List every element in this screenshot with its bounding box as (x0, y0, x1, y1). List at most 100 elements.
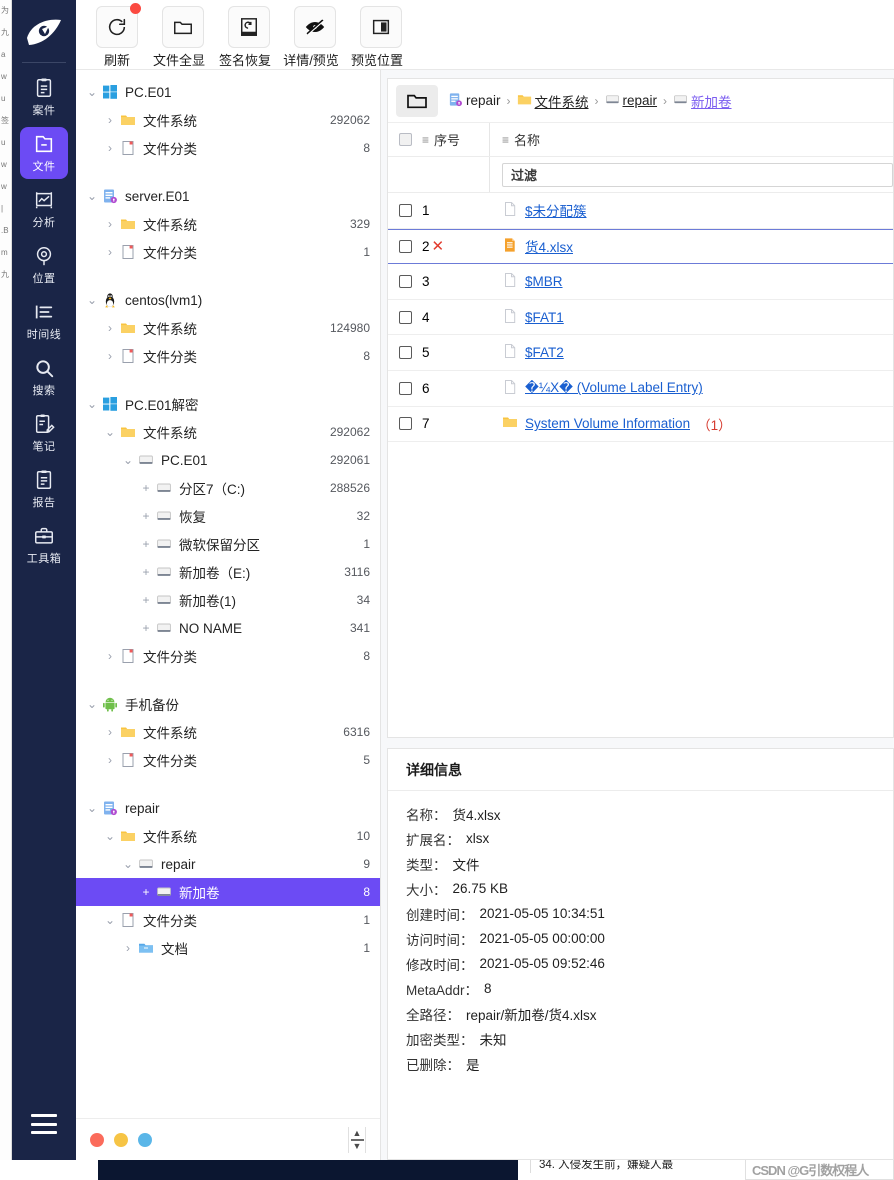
preview-position-button[interactable] (360, 6, 402, 48)
sidebar-item-5[interactable]: 时间线 (20, 295, 68, 347)
breadcrumb-item-4[interactable]: 新加卷 (673, 91, 732, 111)
table-row[interactable]: 5 $FAT2 (388, 335, 893, 371)
tree-node[interactable]: › 文件分类 5 (76, 746, 380, 774)
plus-icon[interactable]: + (138, 565, 154, 579)
tree-node[interactable]: ⌄ centos(lvm1) (76, 286, 380, 314)
chevron-down-icon[interactable]: ⌄ (102, 913, 118, 927)
signature-restore-button[interactable] (228, 6, 270, 48)
tree-node[interactable]: + 新加卷 8 (76, 878, 380, 906)
tree-node[interactable]: › 文件系统 124980 (76, 314, 380, 342)
chevron-right-icon[interactable]: › (102, 217, 118, 231)
breadcrumb-item-2[interactable]: 文件系统 (517, 91, 589, 111)
row-checkbox[interactable] (388, 381, 422, 395)
chevron-right-icon[interactable]: › (102, 725, 118, 739)
row-name-link[interactable]: $FAT2 (525, 345, 564, 360)
tree-node[interactable]: ⌄ 文件系统 292062 (76, 418, 380, 446)
row-name-link[interactable]: $未分配簇 (525, 200, 587, 220)
row-checkbox[interactable] (388, 274, 422, 288)
chevron-down-icon[interactable]: ⌄ (120, 857, 136, 871)
row-checkbox[interactable] (388, 310, 422, 324)
plus-icon[interactable]: + (138, 621, 154, 635)
tree-node[interactable]: + 分区7（C:) 288526 (76, 474, 380, 502)
column-menu-icon[interactable]: ≡ (502, 133, 509, 147)
tree-node[interactable]: › 文件系统 329 (76, 210, 380, 238)
table-row[interactable]: 7 System Volume Information （1） (388, 407, 893, 443)
select-all-checkbox[interactable] (388, 133, 422, 146)
chevron-down-icon[interactable]: ⌄ (84, 801, 100, 815)
chevron-down-icon[interactable]: ⌄ (84, 697, 100, 711)
tree-node[interactable]: ⌄ repair (76, 794, 380, 822)
row-checkbox[interactable] (388, 203, 422, 217)
plus-icon[interactable]: + (138, 509, 154, 523)
table-row[interactable]: 4 $FAT1 (388, 300, 893, 336)
plus-icon[interactable]: + (138, 537, 154, 551)
sidebar-item-6[interactable]: 搜索 (20, 351, 68, 403)
filter-input[interactable]: 过滤 (502, 162, 893, 187)
table-row[interactable]: 2 ✕ 货4.xlsx (388, 228, 893, 265)
refresh-button[interactable] (96, 3, 141, 48)
column-header-name[interactable]: ≡ 名称 (490, 130, 540, 149)
chevron-down-icon[interactable]: ⌄ (84, 397, 100, 411)
row-checkbox[interactable] (388, 417, 422, 431)
chevron-right-icon[interactable]: › (102, 321, 118, 335)
breadcrumb-item-3[interactable]: repair (605, 92, 657, 110)
row-name-link[interactable]: $FAT1 (525, 310, 564, 325)
tree-node[interactable]: ⌄ repair 9 (76, 850, 380, 878)
chevron-down-icon[interactable]: ⌄ (120, 453, 136, 467)
chevron-down-icon[interactable]: ⌄ (102, 829, 118, 843)
chevron-right-icon[interactable]: › (102, 753, 118, 767)
tree-node[interactable]: + 新加卷（E:) 3116 (76, 558, 380, 586)
row-name-link[interactable]: 货4.xlsx (525, 236, 573, 256)
chevron-right-icon[interactable]: › (102, 245, 118, 259)
tree-node[interactable]: + NO NAME 341 (76, 614, 380, 642)
row-name-link[interactable]: �¼X� (Volume Label Entry) (525, 380, 703, 396)
tree-node[interactable]: ⌄ 文件系统 10 (76, 822, 380, 850)
tree-node[interactable]: + 新加卷(1) 34 (76, 586, 380, 614)
sidebar-item-7[interactable]: 笔记 (20, 407, 68, 459)
table-row[interactable]: 1 $未分配簇 (388, 193, 893, 229)
column-header-index[interactable]: ≡ 序号 (422, 123, 490, 156)
table-row[interactable]: 6 �¼X� (Volume Label Entry) (388, 371, 893, 407)
show-all-files-button[interactable] (162, 6, 204, 48)
tree-node[interactable]: ⌄ 手机备份 (76, 690, 380, 718)
chevron-right-icon[interactable]: › (102, 649, 118, 663)
sidebar-item-4[interactable]: 位置 (20, 239, 68, 291)
chevron-right-icon[interactable]: › (102, 141, 118, 155)
plus-icon[interactable]: + (138, 593, 154, 607)
tree-node[interactable]: ⌄ server.E01 (76, 182, 380, 210)
chevron-right-icon[interactable]: › (102, 349, 118, 363)
tree-node[interactable]: › 文件分类 8 (76, 342, 380, 370)
tree-node[interactable]: › 文件系统 292062 (76, 106, 380, 134)
tree-node[interactable]: › 文件分类 1 (76, 238, 380, 266)
tree-node[interactable]: › 文件分类 8 (76, 642, 380, 670)
row-name-link[interactable]: System Volume Information (525, 416, 690, 431)
detail-preview-toggle-button[interactable] (294, 6, 336, 48)
chevron-right-icon[interactable]: › (120, 941, 136, 955)
row-name-link[interactable]: $MBR (525, 274, 563, 289)
tree-node[interactable]: + 恢复 32 (76, 502, 380, 530)
tree-node[interactable]: › 文件分类 8 (76, 134, 380, 162)
column-menu-icon[interactable]: ≡ (422, 133, 429, 147)
chevron-down-icon[interactable]: ⌄ (84, 85, 100, 99)
hamburger-icon[interactable] (31, 1114, 57, 1134)
sidebar-item-8[interactable]: 报告 (20, 463, 68, 515)
sidebar-item-2[interactable]: 文件 (20, 127, 68, 179)
folder-open-icon[interactable] (396, 84, 438, 117)
tree-node[interactable]: › 文档 1 (76, 934, 380, 962)
sidebar-item-1[interactable]: 案件 (20, 71, 68, 123)
chevron-down-icon[interactable]: ⌄ (84, 293, 100, 307)
breadcrumb-item-1[interactable]: repair (448, 92, 501, 110)
tree-node[interactable]: ⌄ PC.E01 (76, 78, 380, 106)
row-checkbox[interactable] (388, 346, 422, 360)
tree-node[interactable]: › 文件系统 6316 (76, 718, 380, 746)
tree-node[interactable]: ⌄ PC.E01解密 (76, 390, 380, 418)
split-resize-handle[interactable]: ▲ ▼ (348, 1126, 366, 1153)
tree-node[interactable]: + 微软保留分区 1 (76, 530, 380, 558)
chevron-right-icon[interactable]: › (102, 113, 118, 127)
plus-icon[interactable]: + (138, 885, 154, 899)
sidebar-item-3[interactable]: 分析 (20, 183, 68, 235)
sidebar-item-9[interactable]: 工具箱 (20, 519, 68, 571)
table-row[interactable]: 3 $MBR (388, 264, 893, 300)
row-checkbox[interactable] (388, 239, 422, 253)
tree-node[interactable]: ⌄ PC.E01 292061 (76, 446, 380, 474)
